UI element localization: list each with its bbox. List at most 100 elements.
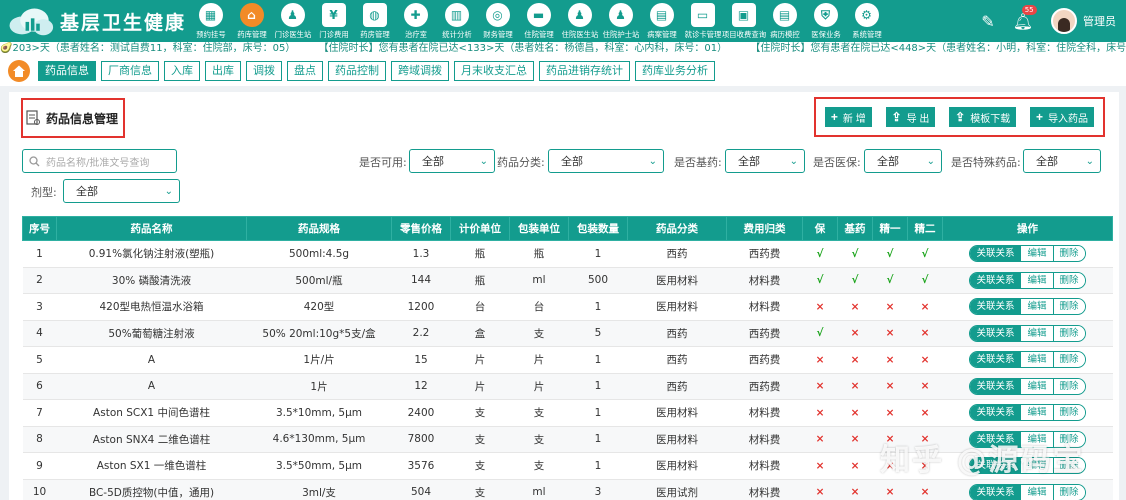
- edit-button[interactable]: 编辑: [1020, 431, 1053, 447]
- table-cell: 4: [22, 320, 57, 347]
- edit-button[interactable]: 编辑: [1020, 272, 1053, 288]
- nav-item[interactable]: ✚ 治疗室: [395, 0, 436, 42]
- table-cell: ×: [872, 399, 908, 427]
- nav-item[interactable]: ¥ 门诊费用: [313, 0, 354, 42]
- nav-item-label: 治疗室: [404, 30, 427, 39]
- nav-item[interactable]: ⛨ 医保业务: [805, 0, 846, 42]
- edit-button[interactable]: 编辑: [1020, 458, 1053, 474]
- tab-item[interactable]: 厂商信息: [101, 61, 159, 81]
- tab-item[interactable]: 药品信息: [38, 61, 96, 81]
- table-cell: 西药: [627, 320, 727, 347]
- special-drug-select[interactable]: 全部 ⌄: [1023, 149, 1101, 173]
- edit-button[interactable]: 编辑: [1020, 378, 1053, 394]
- notice-marquee: 🥑203>天（患者姓名：测试自费11，科室：住院部，床号：05） 【住院时长】您…: [0, 42, 1126, 56]
- add-button[interactable]: + 新 增: [824, 107, 872, 127]
- basic-drug-select[interactable]: 全部 ⌄: [725, 149, 805, 173]
- table-row: 9 Aston SX1 一维色谱柱 3.5*50mm, 5μm 3576 支支 1 医用材料…: [22, 452, 1113, 480]
- relation-button[interactable]: 关联关系: [970, 458, 1021, 474]
- table-cell: 西药费: [726, 240, 803, 268]
- relation-button[interactable]: 关联关系: [970, 325, 1021, 341]
- table-row: 8 Aston SNX4 二维色谱柱 4.6*130mm, 5μm 7800 支支 1 医用…: [22, 426, 1113, 453]
- tab-item[interactable]: 调拨: [246, 61, 282, 81]
- nav-item[interactable]: ▭ 就诊卡管理: [682, 0, 723, 42]
- nav-item[interactable]: ⌂ 药库管理: [231, 0, 272, 42]
- delete-button[interactable]: 删除: [1052, 352, 1085, 368]
- cloud-logo-icon: [9, 8, 54, 36]
- row-actions: 关联关系 编辑 删除: [942, 267, 1113, 294]
- relation-button[interactable]: 关联关系: [970, 299, 1021, 315]
- table-cell: 7: [22, 399, 57, 427]
- tab-item[interactable]: 药品控制: [328, 61, 386, 81]
- relation-button[interactable]: 关联关系: [970, 431, 1021, 447]
- delete-button[interactable]: 删除: [1052, 431, 1085, 447]
- nav-item[interactable]: ♟ 住院护士站: [600, 0, 641, 42]
- edit-icon[interactable]: ✎: [981, 12, 994, 31]
- nav-item-label: 统计分析: [441, 30, 472, 39]
- table-cell: 西药费: [726, 320, 803, 347]
- nav-item[interactable]: ⚙ 系统管理: [846, 0, 887, 42]
- search-input[interactable]: 药品名称/批准文号查询: [22, 149, 177, 173]
- edit-button[interactable]: 编辑: [1020, 299, 1053, 315]
- action-group: 关联关系 编辑 删除: [969, 483, 1086, 500]
- user-name[interactable]: 管理员: [1083, 13, 1116, 29]
- tab-item[interactable]: 药库业务分析: [635, 61, 715, 81]
- nav-item[interactable]: ▬ 住院管理: [518, 0, 559, 42]
- dosage-form-select[interactable]: 全部 ⌄: [63, 179, 180, 203]
- edit-button[interactable]: 编辑: [1020, 325, 1053, 341]
- table-cell: ×: [802, 373, 838, 400]
- nav-item[interactable]: ◍ 药房管理: [354, 0, 395, 42]
- table-cell: 5: [22, 346, 57, 374]
- nav-item[interactable]: ▥ 统计分析: [436, 0, 477, 42]
- tab-item[interactable]: 跨域调拨: [391, 61, 449, 81]
- nav-item[interactable]: ▤ 病案管理: [641, 0, 682, 42]
- relation-button[interactable]: 关联关系: [970, 484, 1021, 500]
- tab-item[interactable]: 月末收支汇总: [454, 61, 534, 81]
- nav-item[interactable]: ▤ 病历模控: [764, 0, 805, 42]
- available-select[interactable]: 全部 ⌄: [409, 149, 495, 173]
- table-cell: 西药: [627, 346, 727, 374]
- delete-button[interactable]: 删除: [1052, 299, 1085, 315]
- table-row: 1 0.91%氯化钠注射液(塑瓶) 500ml:4.5g 1.3 瓶瓶 1 西药 西药费 √ √ √…: [22, 240, 1113, 268]
- tab-item[interactable]: 入库: [164, 61, 200, 81]
- table-cell: 1: [568, 426, 628, 453]
- tab-item[interactable]: 药品进销存统计: [539, 61, 630, 81]
- relation-button[interactable]: 关联关系: [970, 272, 1021, 288]
- home-button[interactable]: [8, 60, 30, 82]
- table-cell: √: [802, 320, 838, 347]
- relation-button[interactable]: 关联关系: [970, 378, 1021, 394]
- relation-button[interactable]: 关联关系: [970, 405, 1021, 421]
- import-button[interactable]: + 导入药品: [1030, 107, 1095, 127]
- delete-button[interactable]: 删除: [1052, 405, 1085, 421]
- tab-item[interactable]: 出库: [205, 61, 241, 81]
- tab-item[interactable]: 盘点: [287, 61, 323, 81]
- column-header: 序号: [22, 216, 57, 241]
- delete-button[interactable]: 删除: [1052, 246, 1085, 262]
- edit-button[interactable]: 编辑: [1020, 246, 1053, 262]
- template-download-button[interactable]: ⇪ 模板下载: [949, 107, 1017, 127]
- header-right: ✎ 🔔︎ 55 管理员: [981, 0, 1126, 42]
- insurance-select[interactable]: 全部 ⌄: [864, 149, 942, 173]
- delete-button[interactable]: 删除: [1052, 325, 1085, 341]
- delete-button[interactable]: 删除: [1052, 272, 1085, 288]
- table-cell: ×: [907, 452, 943, 480]
- nav-item[interactable]: ♟ 门诊医生站: [272, 0, 313, 42]
- export-button[interactable]: ⇪ 导 出: [885, 107, 936, 127]
- avatar[interactable]: [1051, 8, 1077, 34]
- nav-item[interactable]: ▣ 项目收费查询: [721, 0, 766, 42]
- edit-button[interactable]: 编辑: [1020, 352, 1053, 368]
- relation-button[interactable]: 关联关系: [970, 352, 1021, 368]
- category-select[interactable]: 全部 ⌄: [548, 149, 664, 173]
- nav-item[interactable]: ♟ 住院医生站: [559, 0, 600, 42]
- delete-button[interactable]: 删除: [1052, 378, 1085, 394]
- column-header: 费用归类: [726, 216, 803, 241]
- relation-button[interactable]: 关联关系: [970, 246, 1021, 262]
- table-cell: ×: [872, 320, 908, 347]
- nav-item[interactable]: ◎ 财务管理: [477, 0, 518, 42]
- nav-item[interactable]: ▦ 预约挂号: [190, 0, 231, 42]
- bell-icon[interactable]: 🔔︎ 55: [1013, 4, 1037, 31]
- column-header: 药品规格: [246, 216, 392, 241]
- edit-button[interactable]: 编辑: [1020, 484, 1053, 500]
- delete-button[interactable]: 删除: [1052, 484, 1085, 500]
- delete-button[interactable]: 删除: [1052, 458, 1085, 474]
- edit-button[interactable]: 编辑: [1020, 405, 1053, 421]
